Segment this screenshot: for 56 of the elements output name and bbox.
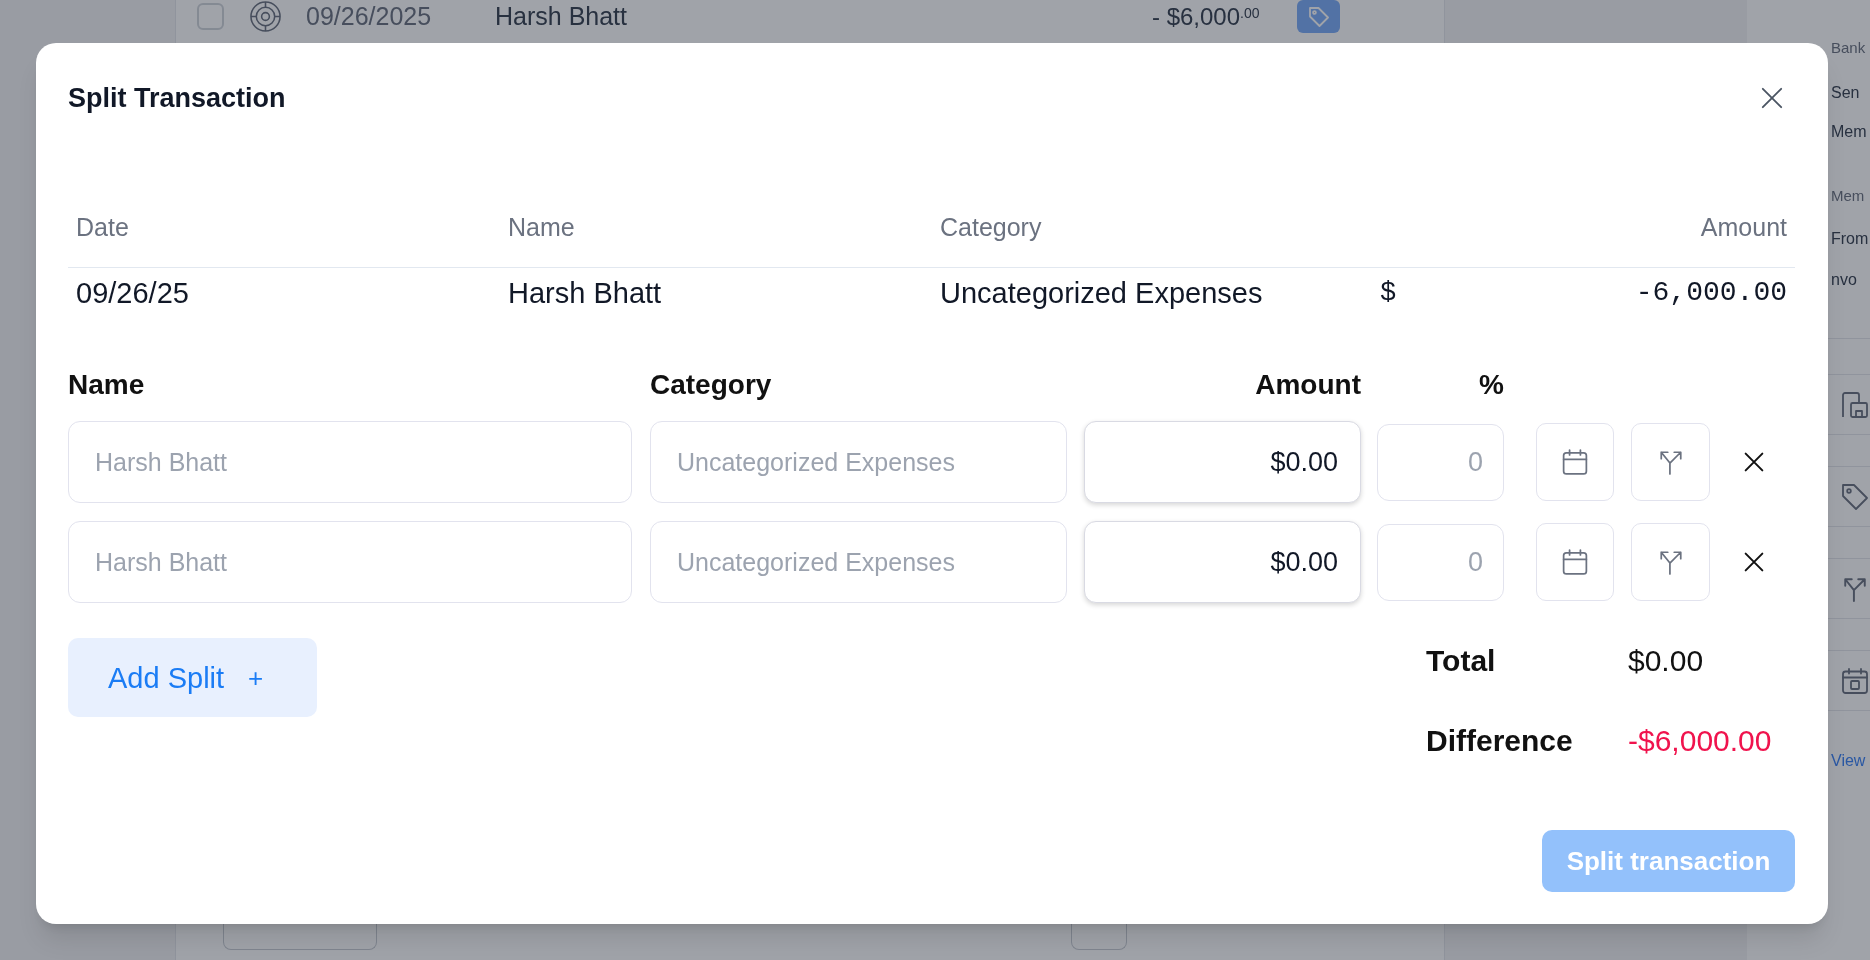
amount-field[interactable]: $0.00 xyxy=(1084,521,1361,603)
table-cell: Uncategorized Expenses xyxy=(940,276,1263,310)
calendar-button[interactable] xyxy=(1536,523,1614,601)
amount-field[interactable]: $0.00 xyxy=(1084,421,1361,503)
table-cell: 09/26/25 xyxy=(76,276,189,310)
total-value: $0.00 xyxy=(1628,644,1704,678)
split-arrow-icon xyxy=(1657,549,1684,575)
date-text: 09/26/2025 xyxy=(306,2,432,30)
tag-button[interactable] xyxy=(1297,0,1340,33)
name-field[interactable]: Harsh Bhatt xyxy=(68,521,632,603)
close-icon xyxy=(1761,87,1783,109)
detail-text: Mem xyxy=(1831,122,1867,142)
amount-text: - $6,000$^{.00}$ xyxy=(1152,2,1260,30)
total-label: Difference xyxy=(1426,724,1573,758)
add-split-button[interactable]: Add Split + xyxy=(68,638,317,717)
column-header: Category xyxy=(650,368,772,402)
close-icon xyxy=(1744,452,1764,472)
dialog-title: Split Transaction xyxy=(68,82,286,115)
view-link[interactable]: View xyxy=(1831,749,1866,773)
column-header: Amount xyxy=(1255,368,1361,402)
column-header: Date xyxy=(76,212,129,242)
split-button[interactable] xyxy=(1631,423,1710,501)
detail-text: From xyxy=(1831,229,1869,249)
category-field[interactable]: Uncategorized Expenses xyxy=(650,521,1067,603)
building-icon xyxy=(1842,391,1868,418)
calendar-icon xyxy=(1562,549,1588,575)
detail-text: nvo xyxy=(1831,270,1857,290)
tag-icon xyxy=(1308,6,1329,27)
category-field[interactable]: Uncategorized Expenses xyxy=(650,421,1067,503)
tag-icon xyxy=(1842,483,1868,510)
calendar-icon xyxy=(1562,449,1588,475)
checkbox[interactable] xyxy=(197,3,224,30)
column-header: Category xyxy=(940,212,1042,242)
detail-text: Sen xyxy=(1831,83,1860,103)
field-label: Bank xyxy=(1831,38,1866,58)
column-header: Name xyxy=(68,368,145,402)
close-icon xyxy=(1744,552,1764,572)
split-arrow-icon xyxy=(1657,449,1684,475)
table-cell: Harsh Bhatt xyxy=(508,276,662,310)
calendar-button[interactable] xyxy=(1536,423,1614,501)
split-button[interactable] xyxy=(1631,523,1710,601)
table-cell: -6,000.00 xyxy=(1635,276,1787,310)
target-icon xyxy=(250,1,281,32)
name-field[interactable]: Harsh Bhatt xyxy=(68,421,632,503)
split-arrow-icon xyxy=(1842,575,1868,602)
percent-field[interactable]: 0 xyxy=(1377,523,1504,601)
column-header: % xyxy=(1479,368,1504,402)
column-header: Name xyxy=(508,212,575,242)
payee-name: Harsh Bhatt xyxy=(495,2,627,30)
total-label: Total xyxy=(1426,644,1496,678)
field-label: Mem xyxy=(1831,186,1865,206)
column-header: Amount xyxy=(1700,212,1787,242)
percent-field[interactable]: 0 xyxy=(1377,423,1504,501)
calendar-icon xyxy=(1842,667,1868,694)
total-value: -$6,000.00 xyxy=(1628,724,1772,758)
currency-symbol: $ xyxy=(1380,277,1397,310)
